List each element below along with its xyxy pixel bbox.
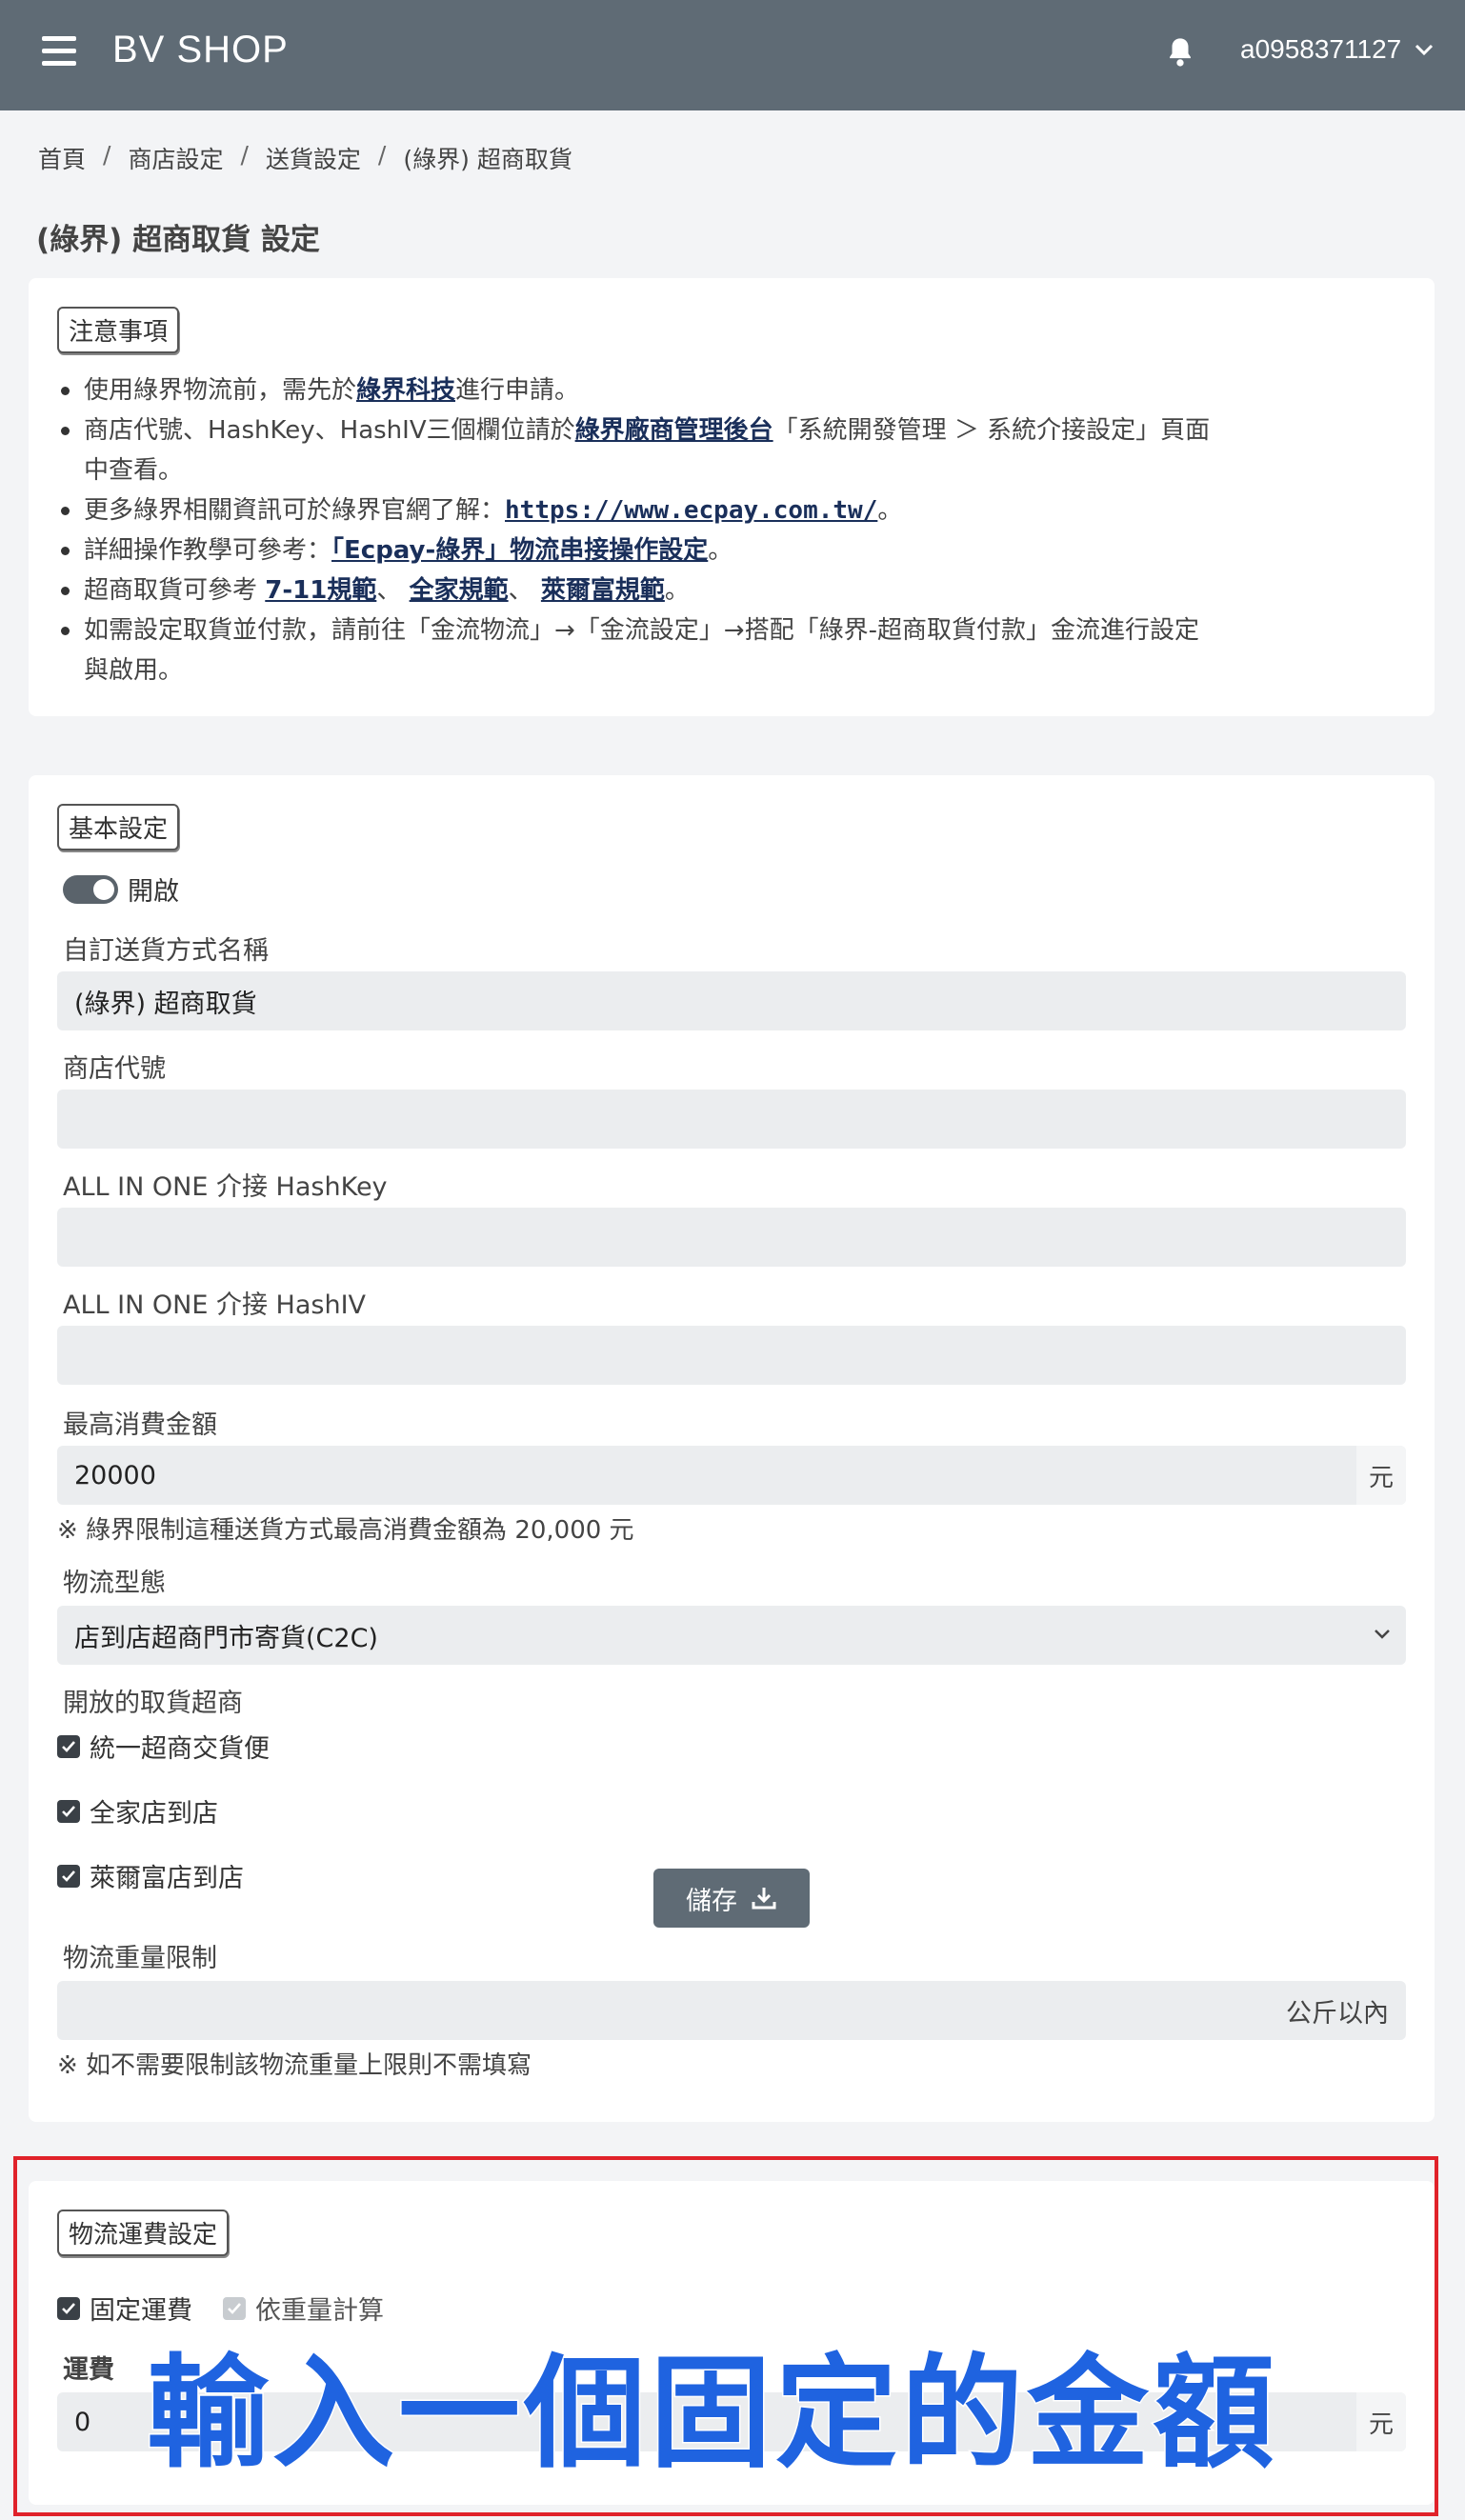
enable-toggle-row: 開啟 bbox=[63, 870, 179, 908]
max-amount-label: 最高消費金額 bbox=[63, 1410, 217, 1440]
store-711-checkbox[interactable] bbox=[57, 1734, 80, 1758]
weight-limit-hint: ※ 如不需要限制該物流重量上限則不需填寫 bbox=[57, 2051, 532, 2080]
logistics-type-label: 物流型態 bbox=[63, 1569, 166, 1598]
weight-limit-unit: 公斤以內 bbox=[1286, 1998, 1389, 2029]
logistics-type-select[interactable]: 店到店超商門市寄貨(C2C) bbox=[57, 1606, 1406, 1665]
page-title: (綠界) 超商取貨 設定 bbox=[36, 223, 320, 257]
store-id-input[interactable] bbox=[57, 1090, 1406, 1149]
user-menu[interactable]: a0958371127 bbox=[1240, 34, 1434, 65]
menu-icon[interactable] bbox=[42, 36, 76, 67]
seven-eleven-rules-link[interactable]: 7-11規範 bbox=[265, 576, 376, 605]
ecpay-link[interactable]: 綠界科技 bbox=[356, 376, 455, 405]
bell-icon[interactable] bbox=[1166, 36, 1194, 69]
weight-limit-label: 物流重量限制 bbox=[63, 1944, 217, 1973]
chevron-down-icon bbox=[1415, 44, 1434, 56]
list-item: 超商取貨可參考 7-11規範、 全家規範、 萊爾富規範。 bbox=[57, 570, 1406, 610]
tutorial-link[interactable]: 「Ecpay-綠界」物流串接操作設定 bbox=[331, 536, 708, 565]
store-hilife-row[interactable]: 萊爾富店到店 bbox=[57, 1857, 244, 1894]
breadcrumb: 首頁 / 商店設定 / 送貨設定 / (綠界) 超商取貨 bbox=[38, 141, 572, 175]
store-hilife-label: 萊爾富店到店 bbox=[90, 1864, 244, 1893]
notice-label: 注意事項 bbox=[57, 307, 180, 353]
store-711-label: 統一超商交貨便 bbox=[90, 1734, 270, 1764]
breadcrumb-separator: / bbox=[240, 141, 249, 169]
enable-toggle-label: 開啟 bbox=[128, 877, 179, 907]
list-item: 使用綠界物流前，需先於綠界科技進行申請。 bbox=[57, 370, 1406, 410]
username: a0958371127 bbox=[1240, 34, 1402, 64]
store-family-row[interactable]: 全家店到店 bbox=[57, 1792, 218, 1830]
enable-toggle[interactable] bbox=[63, 874, 118, 904]
store-id-label: 商店代號 bbox=[63, 1054, 166, 1084]
list-item: 商店代號、HashKey、HashIV三個欄位請於綠界廠商管理後台「系統開發管理… bbox=[57, 410, 1406, 490]
notice-list: 使用綠界物流前，需先於綠界科技進行申請。 商店代號、HashKey、HashIV… bbox=[57, 370, 1406, 690]
hashiv-input[interactable] bbox=[57, 1326, 1406, 1385]
shipping-name-input[interactable]: (綠界) 超商取貨 bbox=[57, 971, 1406, 1030]
annotation-overlay-text: 輸入一個固定的金額 bbox=[145, 2342, 1279, 2487]
breadcrumb-shipping-settings[interactable]: 送貨設定 bbox=[266, 141, 361, 175]
brand-name[interactable]: BV SHOP bbox=[112, 29, 289, 71]
breadcrumb-store-settings[interactable]: 商店設定 bbox=[128, 141, 223, 175]
basic-settings-label: 基本設定 bbox=[57, 804, 180, 850]
store-711-row[interactable]: 統一超商交貨便 bbox=[57, 1728, 270, 1765]
top-bar: BV SHOP a0958371127 bbox=[0, 0, 1465, 110]
list-item: 如需設定取貨並付款，請前往「金流物流」→「金流設定」→搭配「綠界-超商取貨付款」… bbox=[57, 610, 1406, 690]
hashkey-input[interactable] bbox=[57, 1208, 1406, 1267]
max-amount-hint: ※ 綠界限制這種送貨方式最高消費金額為 20,000 元 bbox=[57, 1516, 634, 1545]
store-hilife-checkbox[interactable] bbox=[57, 1864, 80, 1888]
list-item: 更多綠界相關資訊可於綠界官網了解：https://www.ecpay.com.t… bbox=[57, 490, 1406, 530]
save-button[interactable]: 儲存 bbox=[653, 1869, 810, 1928]
breadcrumb-current: (綠界) 超商取貨 bbox=[403, 146, 572, 173]
hashiv-label: ALL IN ONE 介接 HashIV bbox=[63, 1290, 367, 1320]
chevron-down-icon bbox=[1375, 1630, 1390, 1639]
download-icon bbox=[752, 1888, 776, 1910]
notice-card: 注意事項 使用綠界物流前，需先於綠界科技進行申請。 商店代號、HashKey、H… bbox=[29, 278, 1435, 716]
shipping-name-label: 自訂送貨方式名稱 bbox=[63, 936, 269, 966]
max-amount-input[interactable]: 20000 元 bbox=[57, 1446, 1406, 1505]
list-item: 詳細操作教學可參考：「Ecpay-綠界」物流串接操作設定。 bbox=[57, 530, 1406, 570]
breadcrumb-separator: / bbox=[103, 141, 111, 169]
breadcrumb-separator: / bbox=[377, 141, 387, 169]
ecpay-website-link[interactable]: https://www.ecpay.com.tw/ bbox=[505, 496, 877, 525]
max-amount-unit: 元 bbox=[1356, 1446, 1406, 1505]
family-mart-rules-link[interactable]: 全家規範 bbox=[410, 576, 509, 605]
store-family-label: 全家店到店 bbox=[90, 1799, 218, 1829]
hashkey-label: ALL IN ONE 介接 HashKey bbox=[63, 1172, 388, 1202]
ecpay-admin-link[interactable]: 綠界廠商管理後台 bbox=[575, 416, 773, 445]
hi-life-rules-link[interactable]: 萊爾富規範 bbox=[541, 576, 665, 605]
pickup-stores-label: 開放的取貨超商 bbox=[63, 1689, 243, 1718]
store-family-checkbox[interactable] bbox=[57, 1799, 80, 1823]
weight-limit-input[interactable]: 公斤以內 bbox=[57, 1981, 1406, 2040]
breadcrumb-home[interactable]: 首頁 bbox=[38, 141, 86, 175]
